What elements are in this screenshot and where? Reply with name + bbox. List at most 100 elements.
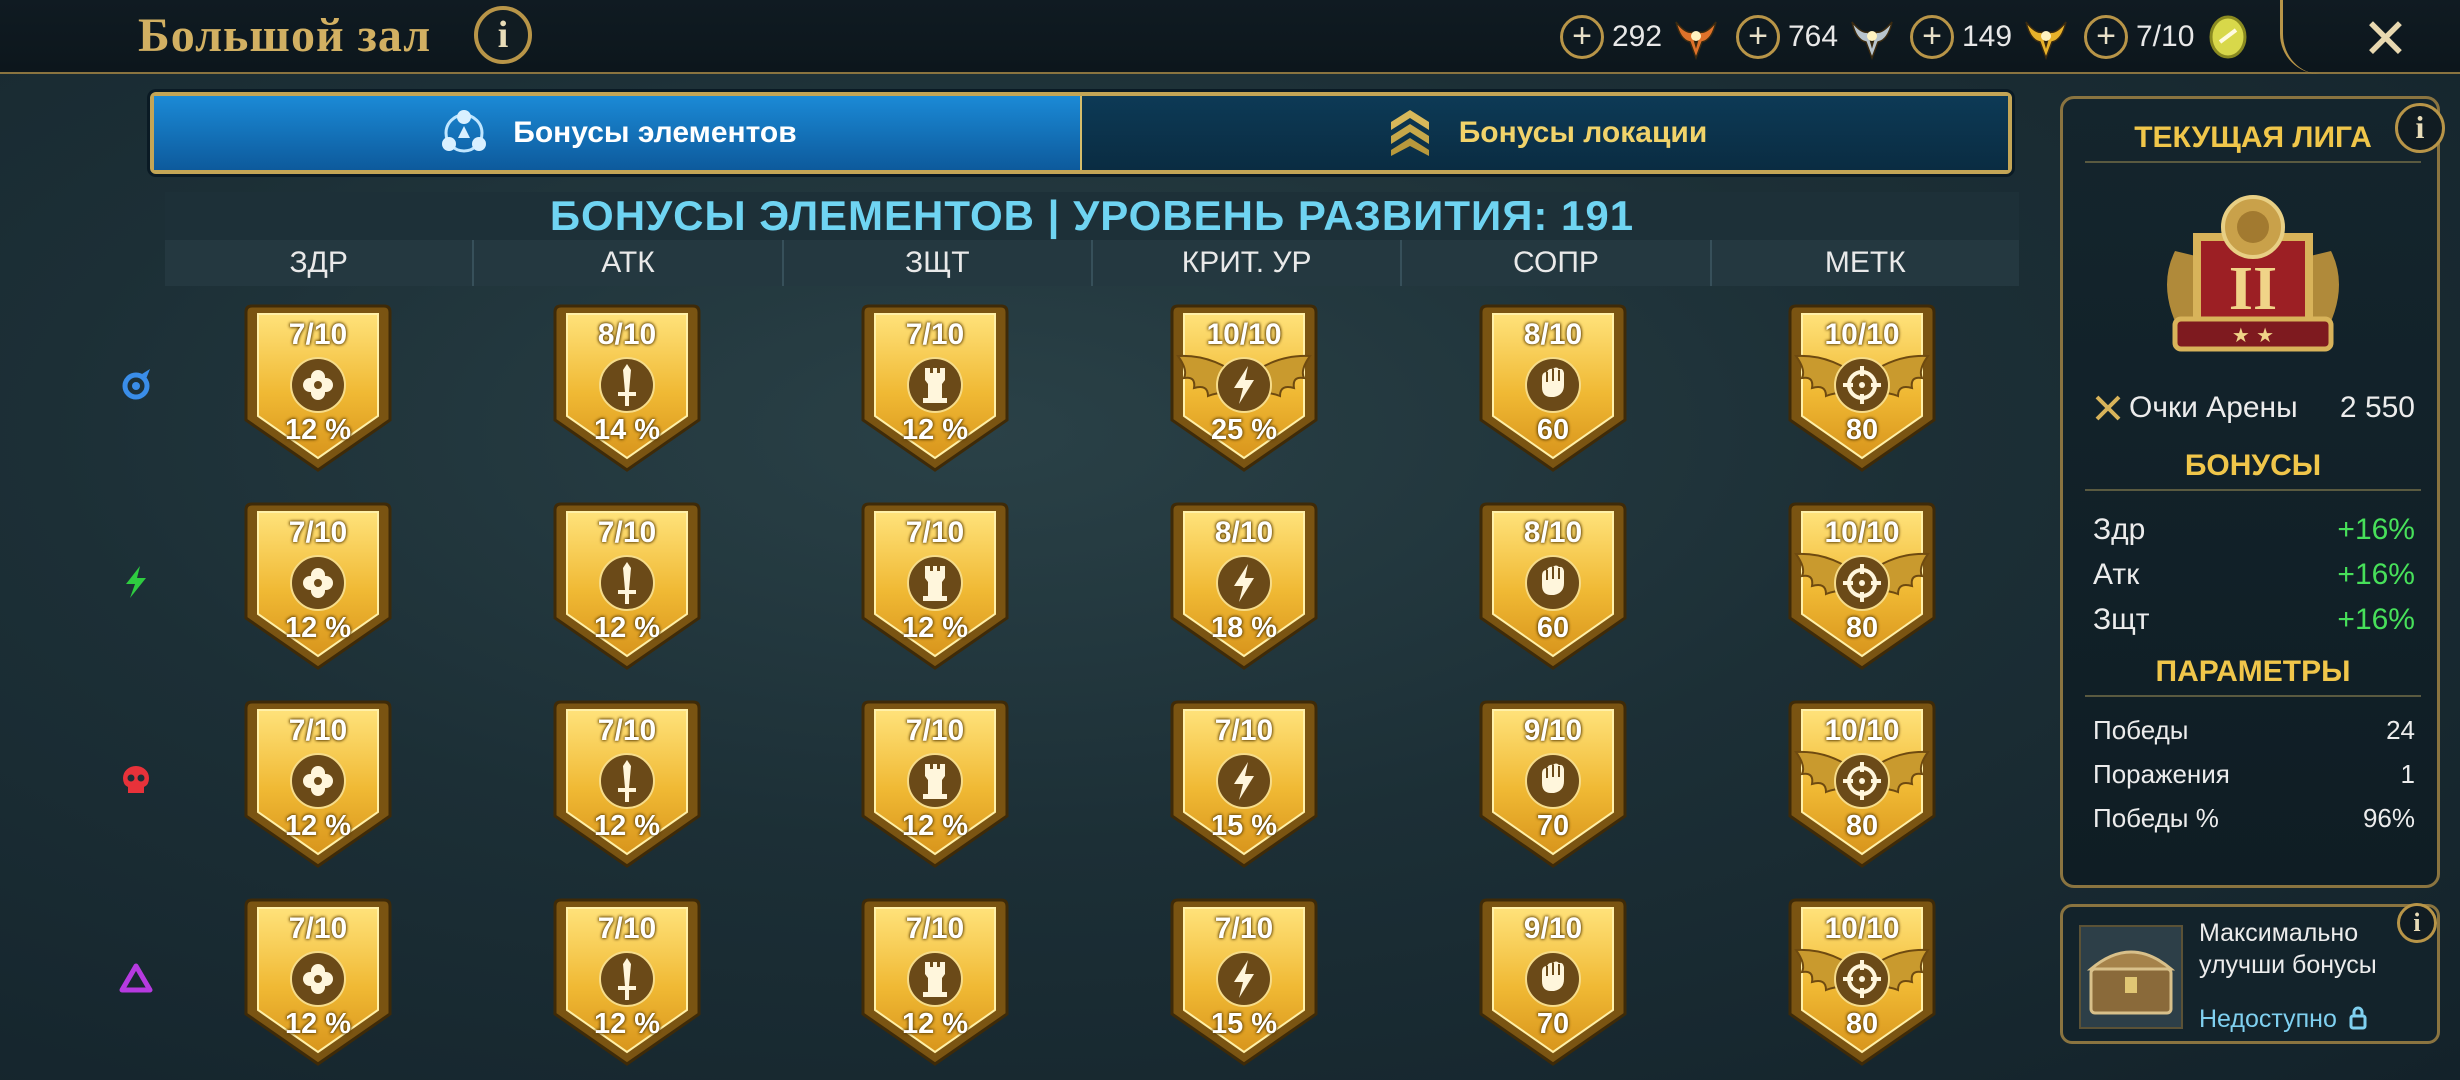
bonus-badge[interactable]: 7/10 12 %: [551, 500, 703, 672]
add-resource-button[interactable]: +: [2084, 15, 2128, 59]
badge-bonus-value: 12 %: [901, 612, 969, 644]
sword-icon: [599, 357, 655, 413]
arena-points-row: Очки Арены 2 550: [2093, 391, 2415, 425]
badge-bonus-value: 12 %: [901, 810, 969, 842]
badge-level: 7/10: [905, 318, 965, 351]
tower-shield-icon: [907, 951, 963, 1007]
svg-text:★ ★: ★ ★: [2232, 323, 2274, 347]
badge-bonus-value: 15 %: [1210, 1008, 1278, 1040]
bonus-badge[interactable]: 7/10 15 %: [1168, 698, 1320, 870]
fist-icon: [1525, 753, 1581, 809]
health-cross-icon: [290, 555, 346, 611]
lightning-icon: [1216, 357, 1272, 413]
tab-element-bonuses-label: Бонусы элементов: [513, 116, 797, 149]
league-bonus-label: Зщт: [2093, 603, 2150, 636]
badge-bonus-value: 80: [1845, 1008, 1879, 1040]
league-bonus-row: Здр +16%: [2093, 513, 2415, 547]
gold-wings-token-icon: [2025, 21, 2067, 61]
bonus-badge[interactable]: 10/10 80: [1786, 698, 1938, 870]
add-resource-button[interactable]: +: [1736, 15, 1780, 59]
badge-bonus-value: 14 %: [593, 414, 661, 446]
bonus-badge[interactable]: 10/10 80: [1786, 500, 1938, 672]
add-resource-button[interactable]: +: [1910, 15, 1954, 59]
league-bonus-label: Атк: [2093, 558, 2140, 591]
badge-level: 7/10: [597, 912, 657, 945]
grid-heading: БОНУСЫ ЭЛЕМЕНТОВ | УРОВЕНЬ РАЗВИТИЯ: 191: [165, 192, 2019, 240]
column-header-def: ЗЩТ: [784, 240, 1093, 286]
badge-level: 10/10: [1206, 318, 1282, 351]
bonus-badge[interactable]: 7/10 12 %: [242, 698, 394, 870]
divider: [2085, 161, 2421, 163]
lock-icon: [2349, 1006, 2367, 1030]
badge-level: 7/10: [597, 714, 657, 747]
health-cross-icon: [290, 753, 346, 809]
resource-counter: +149: [1910, 12, 2072, 62]
bonus-badge[interactable]: 8/10 60: [1477, 500, 1629, 672]
league-emblem-icon: II ★ ★: [2167, 195, 2339, 352]
bonus-badge[interactable]: 8/10 60: [1477, 302, 1629, 474]
bonus-badge[interactable]: 7/10 15 %: [1168, 896, 1320, 1068]
bonus-tabs: Бонусы элементов Бонусы локации: [150, 92, 2012, 174]
max-upgrade-panel[interactable]: Максимально улучши бонусы Недоступно i: [2060, 903, 2440, 1044]
bonus-badge[interactable]: 10/10 80: [1786, 302, 1938, 474]
bonus-badge[interactable]: 10/10 80: [1786, 896, 1938, 1068]
force-affinity-icon: [126, 566, 146, 598]
add-resource-button[interactable]: +: [1560, 15, 1604, 59]
bonus-badge[interactable]: 7/10 12 %: [551, 698, 703, 870]
bonus-badge[interactable]: 7/10 12 %: [859, 302, 1011, 474]
bonus-badge[interactable]: 7/10 12 %: [242, 500, 394, 672]
badge-level: 7/10: [905, 714, 965, 747]
triangle-affinity-icon: [119, 963, 153, 993]
bonus-badge[interactable]: 10/10 25 %: [1168, 302, 1320, 474]
bonus-badge[interactable]: 9/10 70: [1477, 698, 1629, 870]
badge-bonus-value: 60: [1536, 414, 1570, 446]
tab-location-bonuses[interactable]: Бонусы локации: [1082, 96, 2008, 170]
league-bonus-label: Здр: [2093, 513, 2146, 546]
crosshair-icon: [1834, 357, 1890, 413]
badge-bonus-value: 12 %: [284, 612, 352, 644]
league-title: ТЕКУЩАЯ ЛИГА: [2134, 121, 2372, 154]
league-info-button[interactable]: i: [2395, 103, 2445, 153]
badge-bonus-value: 12 %: [901, 1008, 969, 1040]
badge-bonus-value: 80: [1845, 612, 1879, 644]
crossed-swords-icon: [2095, 395, 2121, 421]
orange-wings-token-icon: [1675, 21, 1717, 61]
bonus-badge[interactable]: 7/10 12 %: [859, 698, 1011, 870]
bonus-badge[interactable]: 7/10 12 %: [551, 896, 703, 1068]
badge-level: 7/10: [905, 912, 965, 945]
bonus-badge[interactable]: 9/10 70: [1477, 896, 1629, 1068]
league-param-row: Победы % 96%: [2093, 803, 2415, 834]
bonus-badge[interactable]: 8/10 14 %: [551, 302, 703, 474]
badge-bonus-value: 12 %: [593, 1008, 661, 1040]
column-header-res: СОПР: [1402, 240, 1712, 286]
bonus-badge[interactable]: 8/10 18 %: [1168, 500, 1320, 672]
league-bonus-value: +16%: [2337, 603, 2415, 636]
tab-element-bonuses[interactable]: Бонусы элементов: [154, 96, 1082, 170]
title-info-button[interactable]: i: [474, 6, 532, 64]
badge-level: 9/10: [1523, 912, 1583, 945]
bonus-badge[interactable]: 7/10 12 %: [859, 500, 1011, 672]
badge-level: 8/10: [1214, 516, 1274, 549]
bonus-badge[interactable]: 7/10 12 %: [242, 896, 394, 1068]
badge-level: 8/10: [1523, 318, 1583, 351]
bonus-badge[interactable]: 7/10 12 %: [242, 302, 394, 474]
fist-icon: [1525, 951, 1581, 1007]
column-header-atk: АТК: [474, 240, 784, 286]
badge-bonus-value: 12 %: [284, 414, 352, 446]
upgrade-info-button[interactable]: i: [2397, 903, 2437, 943]
lightning-icon: [1216, 555, 1272, 611]
health-cross-icon: [290, 951, 346, 1007]
close-button[interactable]: ✕: [2362, 6, 2409, 72]
bonus-badge[interactable]: 7/10 12 %: [859, 896, 1011, 1068]
badge-bonus-value: 15 %: [1210, 810, 1278, 842]
badge-level: 7/10: [288, 318, 348, 351]
upgrade-text: Максимально улучши бонусы: [2199, 919, 2377, 979]
lightning-icon: [1216, 951, 1272, 1007]
upgrade-status: Недоступно: [2199, 1005, 2368, 1034]
badge-bonus-value: 12 %: [284, 810, 352, 842]
location-chevrons-icon: [1390, 110, 1429, 156]
resource-value: 7/10: [2136, 20, 2195, 53]
page-title: Большой зал: [138, 9, 432, 62]
league-param-row: Поражения 1: [2093, 759, 2415, 790]
divider: [2085, 695, 2421, 697]
